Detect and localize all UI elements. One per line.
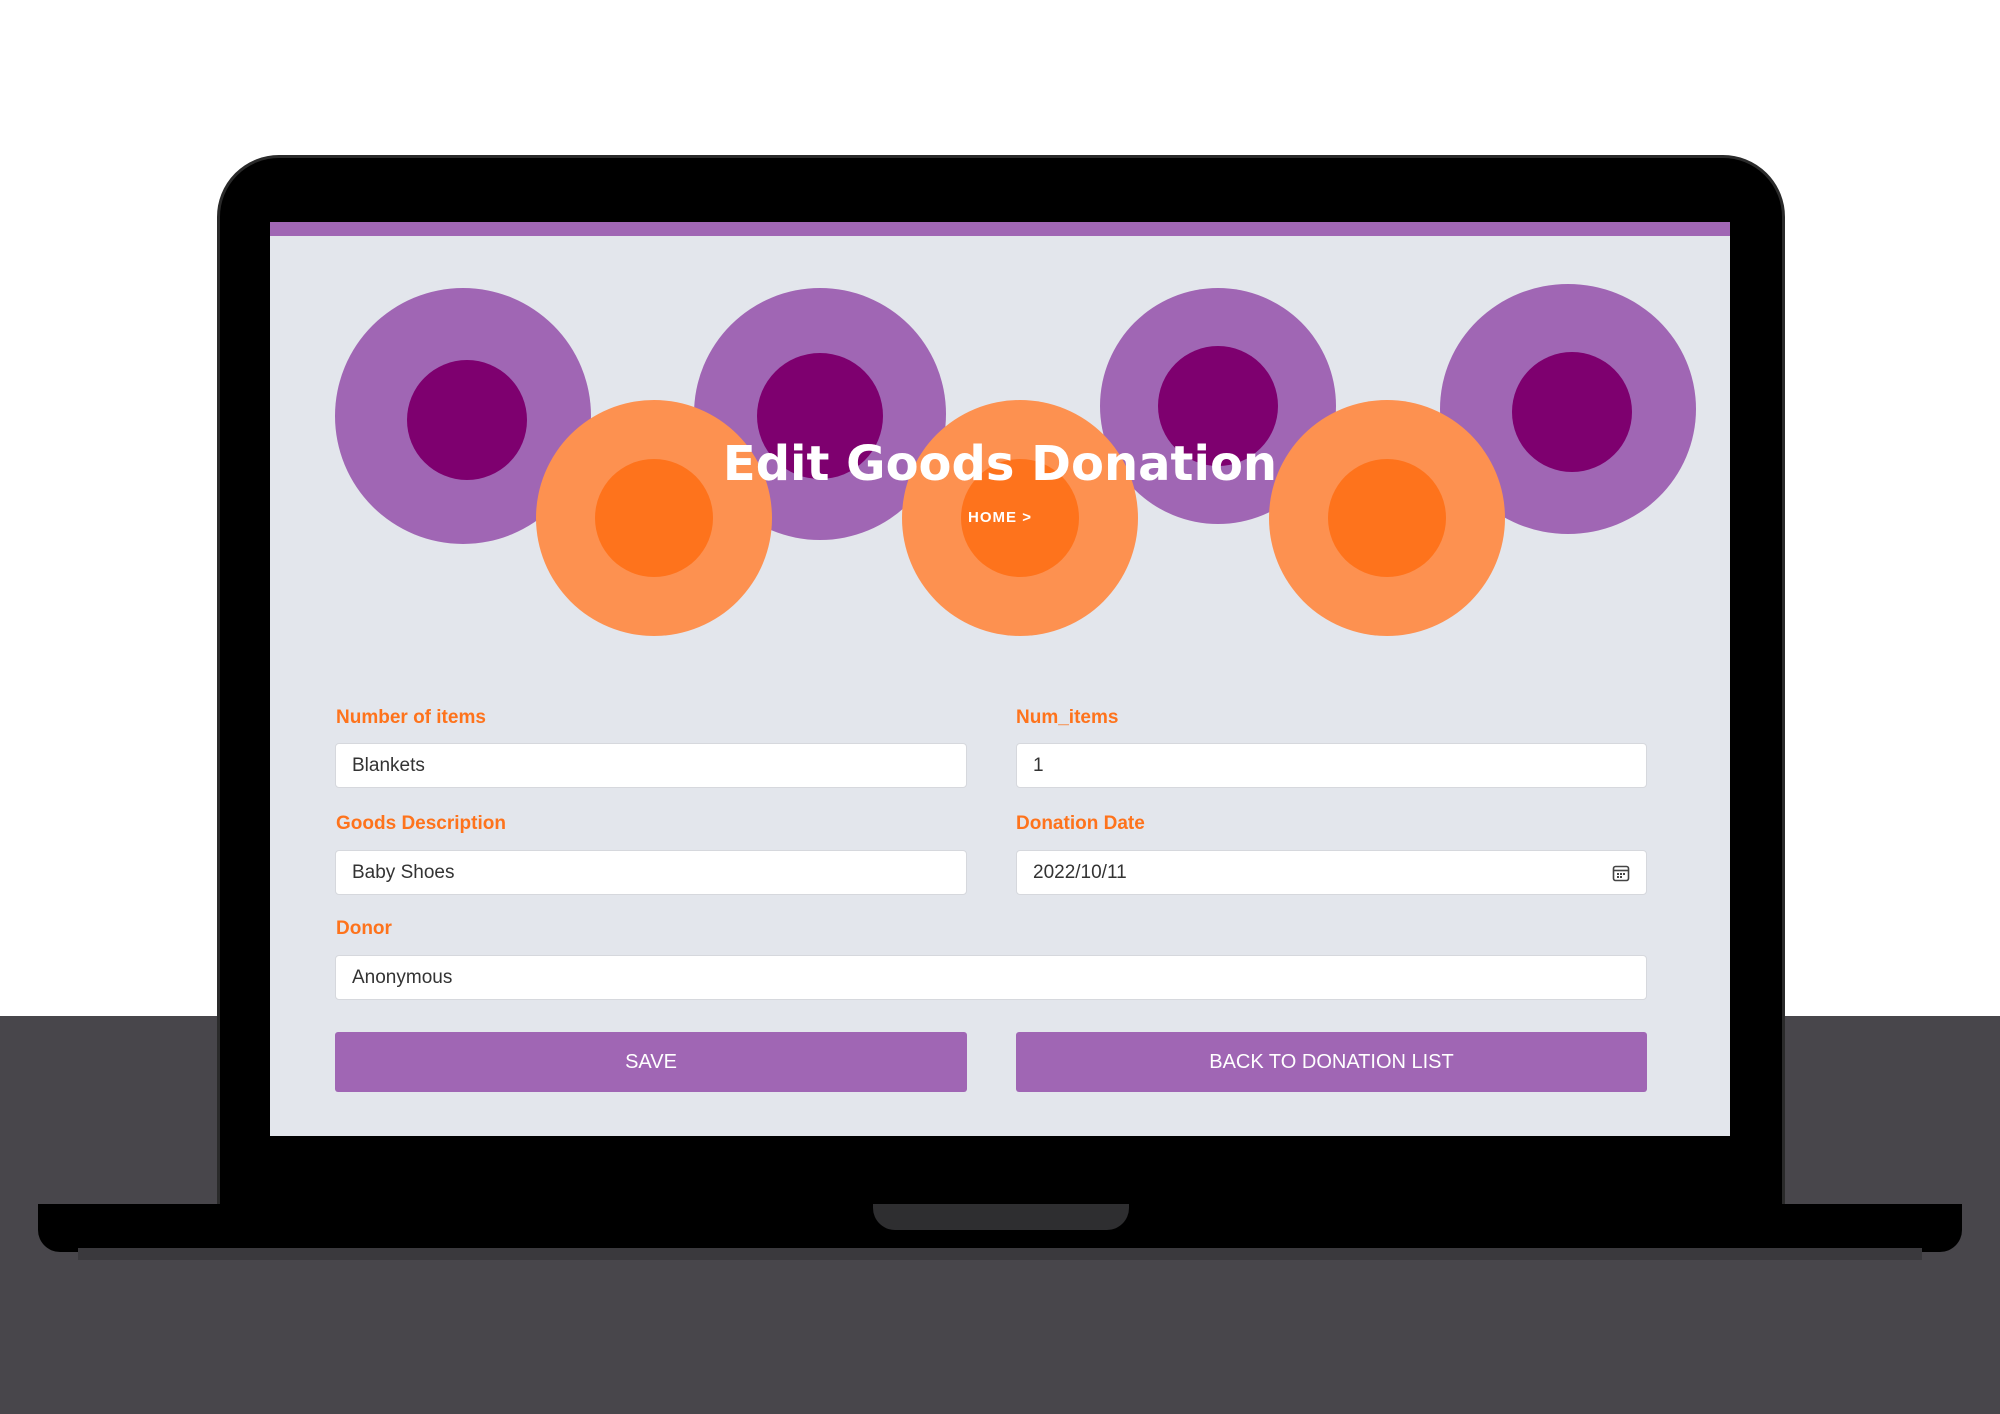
edit-donation-form: Number of items Num_items Goods Descript…	[270, 222, 1730, 1136]
number-of-items-input[interactable]	[352, 754, 950, 777]
save-button[interactable]: SAVE	[335, 1032, 967, 1092]
donation-date-label: Donation Date	[1016, 813, 1145, 834]
laptop-notch	[873, 1204, 1129, 1230]
laptop-shadow	[78, 1248, 1922, 1260]
number-of-items-label: Number of items	[336, 707, 486, 728]
calendar-icon[interactable]	[1612, 864, 1630, 882]
donation-date-field[interactable]	[1016, 850, 1647, 895]
donor-input[interactable]	[352, 966, 1630, 989]
back-to-donation-list-button[interactable]: BACK TO DONATION LIST	[1016, 1032, 1647, 1092]
app-screen: Edit Goods Donation HOME > Number of ite…	[270, 222, 1730, 1136]
num-items-label: Num_items	[1016, 707, 1119, 728]
goods-description-label: Goods Description	[336, 813, 506, 834]
goods-description-input[interactable]	[352, 861, 950, 884]
num-items-input[interactable]	[1033, 754, 1630, 777]
donation-date-input[interactable]	[1033, 861, 1630, 884]
goods-description-field[interactable]	[335, 850, 967, 895]
donor-field[interactable]	[335, 955, 1647, 1000]
num-items-field[interactable]	[1016, 743, 1647, 788]
donor-label: Donor	[336, 918, 392, 939]
number-of-items-field[interactable]	[335, 743, 967, 788]
